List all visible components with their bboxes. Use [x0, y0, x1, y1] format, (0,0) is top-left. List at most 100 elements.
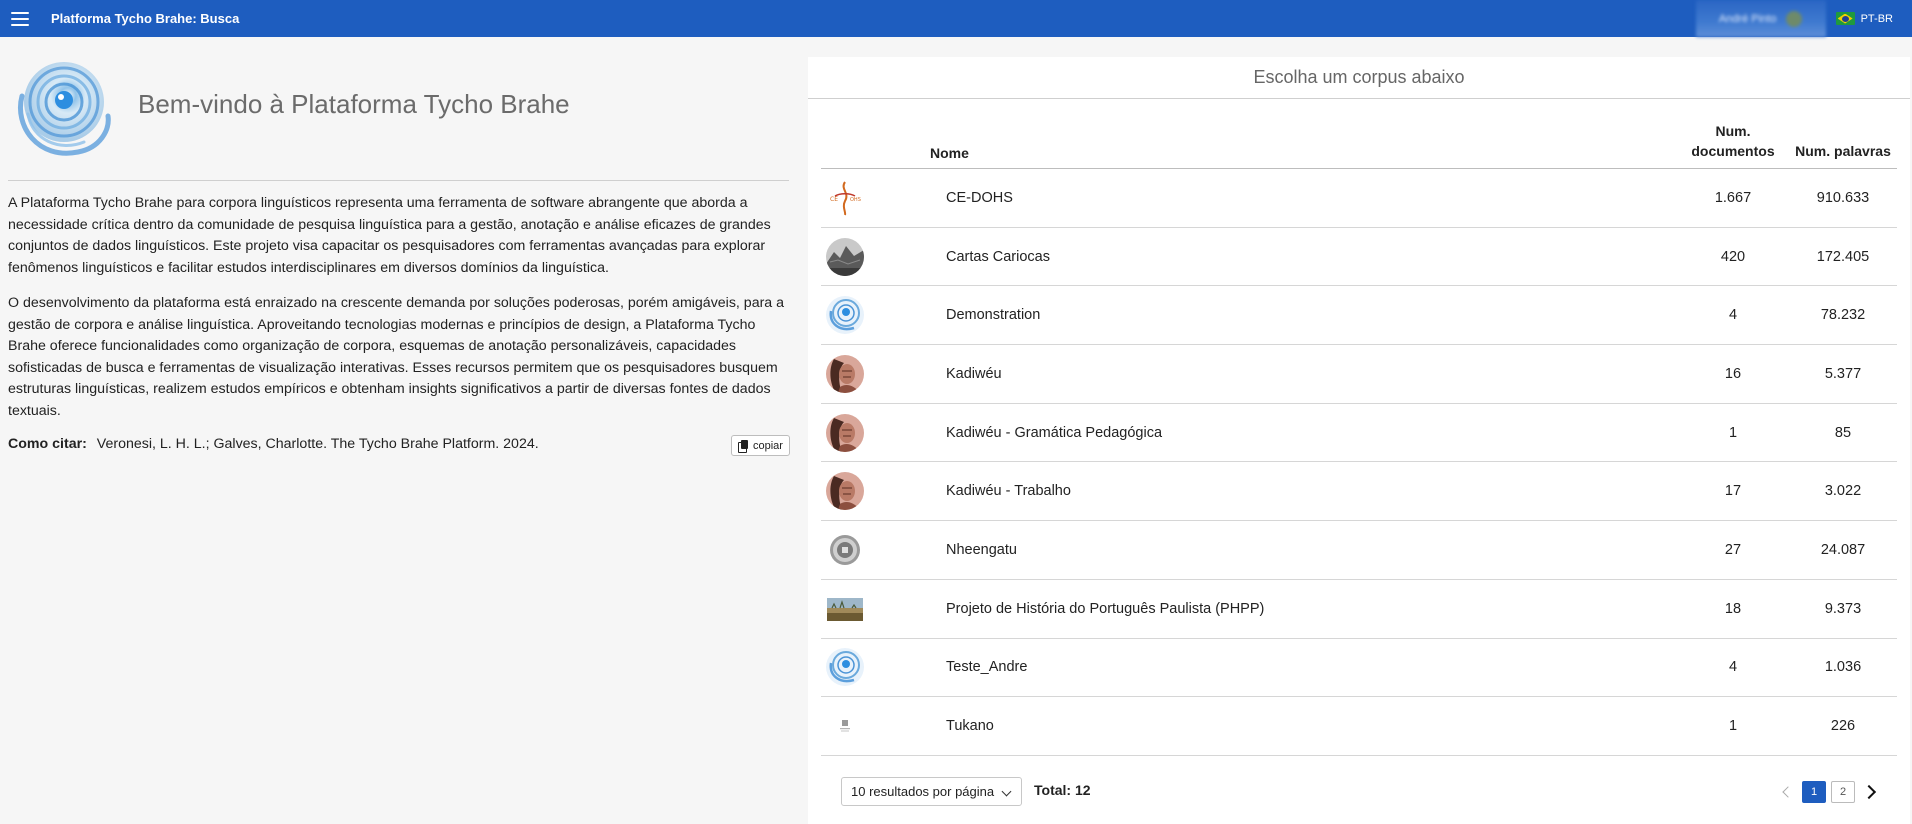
results-per-page-select[interactable]: 10 resultados por página — [841, 777, 1022, 806]
column-header-docs[interactable]: Num. documentos — [1677, 121, 1789, 169]
page-button-2[interactable]: 2 — [1831, 781, 1855, 803]
corpus-table: Nome Num. documentos Num. palavras CE OH… — [821, 121, 1897, 756]
corpus-name: Projeto de História do Português Paulist… — [930, 579, 1677, 639]
corpus-words-count: 226 — [1789, 696, 1897, 756]
svg-text:CE: CE — [830, 196, 838, 203]
chevron-right-icon[interactable] — [1860, 781, 1882, 803]
welcome-heading: Bem-vindo à Plataforma Tycho Brahe — [138, 89, 570, 119]
table-row[interactable]: Cartas Cariocas 420 172.405 — [821, 227, 1897, 287]
tycho-brahe-logo-icon — [826, 648, 864, 687]
user-menu[interactable]: André Pinto — [1695, 0, 1826, 37]
corpus-docs-count: 1 — [1677, 696, 1789, 756]
results-per-page-value: 10 resultados por página — [851, 784, 995, 799]
corpus-docs-count: 27 — [1677, 520, 1789, 580]
row-image-cell — [821, 285, 930, 346]
tycho-brahe-logo-icon — [8, 56, 114, 162]
corpus-words-count: 1.036 — [1789, 638, 1897, 698]
table-row[interactable]: Teste_Andre 4 1.036 — [821, 638, 1897, 698]
corpus-docs-count: 16 — [1677, 344, 1789, 404]
app-title: Platforma Tycho Brahe: Busca — [51, 11, 240, 26]
cartas-cariocas-photo-icon — [826, 237, 864, 276]
copy-icon — [738, 440, 748, 453]
svg-text:OHS: OHS — [850, 197, 861, 203]
corpus-name: Demonstration — [930, 285, 1677, 346]
corpus-panel-heading: Escolha um corpus abaixo — [808, 57, 1910, 99]
brazil-flag-icon — [1835, 12, 1855, 25]
corpus-name: Nheengatu — [930, 520, 1677, 580]
language-selector[interactable]: PT-BR — [1835, 12, 1893, 25]
corpus-words-count: 5.377 — [1789, 344, 1897, 404]
corpus-words-count: 78.232 — [1789, 285, 1897, 346]
row-image-cell — [821, 638, 930, 698]
phpp-landscape-icon — [826, 589, 864, 628]
table-row[interactable]: CE OHS CE-DOHS 1.667 910.633 — [821, 168, 1897, 228]
copy-button-label: copiar — [753, 439, 783, 452]
column-header-name[interactable]: Nome — [930, 121, 1677, 169]
chevron-down-icon — [1001, 786, 1012, 797]
menu-icon[interactable] — [11, 11, 29, 26]
intro-panel: Bem-vindo à Plataforma Tycho Brahe A Pla… — [0, 37, 800, 824]
corpus-name: CE-DOHS — [930, 168, 1677, 228]
row-image-cell — [821, 520, 930, 580]
corpus-words-count: 172.405 — [1789, 227, 1897, 287]
table-row[interactable]: Demonstration 4 78.232 — [821, 285, 1897, 346]
corpus-name: Kadiwéu — [930, 344, 1677, 404]
corpus-docs-count: 18 — [1677, 579, 1789, 639]
corpus-words-count: 85 — [1789, 403, 1897, 463]
row-image-cell — [821, 696, 930, 756]
table-row[interactable]: Kadiwéu 16 5.377 — [821, 344, 1897, 404]
table-header-row: Nome Num. documentos Num. palavras — [821, 121, 1897, 169]
corpus-name: Teste_Andre — [930, 638, 1677, 698]
tycho-brahe-logo-icon — [826, 296, 864, 335]
corpus-docs-count: 17 — [1677, 461, 1789, 522]
corpus-name: Kadiwéu - Gramática Pedagógica — [930, 403, 1677, 463]
pagination: 1 2 — [1777, 781, 1882, 803]
corpus-docs-count: 1.667 — [1677, 168, 1789, 228]
corpus-docs-count: 4 — [1677, 638, 1789, 698]
language-label: PT-BR — [1860, 12, 1893, 25]
corpus-name: Cartas Cariocas — [930, 227, 1677, 287]
kadiweu-portrait-icon — [826, 413, 864, 452]
table-row[interactable]: Projeto de História do Português Paulist… — [821, 579, 1897, 639]
citation-label: Como citar: — [8, 436, 87, 452]
row-image-cell — [821, 227, 930, 287]
corpus-docs-count: 4 — [1677, 285, 1789, 346]
corpus-docs-count: 1 — [1677, 403, 1789, 463]
divider — [8, 180, 789, 181]
table-row[interactable]: Tukano 1 226 — [821, 696, 1897, 756]
total-count: Total: 12 — [1034, 782, 1091, 798]
table-row[interactable]: Kadiwéu - Gramática Pedagógica 1 85 — [821, 403, 1897, 463]
tukano-logo-icon — [826, 707, 864, 746]
intro-paragraph-2: O desenvolvimento da plataforma está enr… — [8, 295, 785, 419]
column-header-image — [821, 121, 930, 169]
column-header-docs-line2: documentos — [1691, 143, 1775, 159]
table-row[interactable]: Nheengatu 27 24.087 — [821, 520, 1897, 580]
corpus-panel: Escolha um corpus abaixo Nome Num. docum… — [808, 57, 1910, 824]
row-image-cell — [821, 461, 930, 522]
corpus-docs-count: 420 — [1677, 227, 1789, 287]
row-image-cell — [821, 579, 930, 639]
corpus-name: Kadiwéu - Trabalho — [930, 461, 1677, 522]
user-name: André Pinto — [1718, 12, 1777, 25]
corpus-words-count: 9.373 — [1789, 579, 1897, 639]
corpus-words-count: 3.022 — [1789, 461, 1897, 522]
kadiweu-portrait-icon — [826, 472, 864, 511]
ce-dohs-logo-icon: CE OHS — [826, 178, 864, 217]
row-image-cell: CE OHS — [821, 168, 930, 228]
row-image-cell — [821, 403, 930, 463]
column-header-words[interactable]: Num. palavras — [1789, 121, 1897, 169]
row-image-cell — [821, 344, 930, 404]
intro-paragraph-1: A Plataforma Tycho Brahe para corpora li… — [8, 195, 771, 276]
page-button-1[interactable]: 1 — [1802, 781, 1826, 803]
corpus-words-count: 24.087 — [1789, 520, 1897, 580]
top-bar: Platforma Tycho Brahe: Busca André Pinto… — [0, 0, 1912, 37]
corpus-name: Tukano — [930, 696, 1677, 756]
chevron-left-icon[interactable] — [1777, 781, 1797, 803]
topbar-right: André Pinto PT-BR — [1695, 0, 1912, 37]
table-row[interactable]: Kadiwéu - Trabalho 17 3.022 — [821, 461, 1897, 522]
copy-citation-button[interactable]: copiar — [731, 435, 790, 456]
citation-text: Veronesi, L. H. L.; Galves, Charlotte. T… — [96, 436, 539, 452]
kadiweu-portrait-icon — [826, 354, 864, 393]
column-header-docs-line1: Num. — [1715, 123, 1751, 139]
corpus-words-count: 910.633 — [1789, 168, 1897, 228]
